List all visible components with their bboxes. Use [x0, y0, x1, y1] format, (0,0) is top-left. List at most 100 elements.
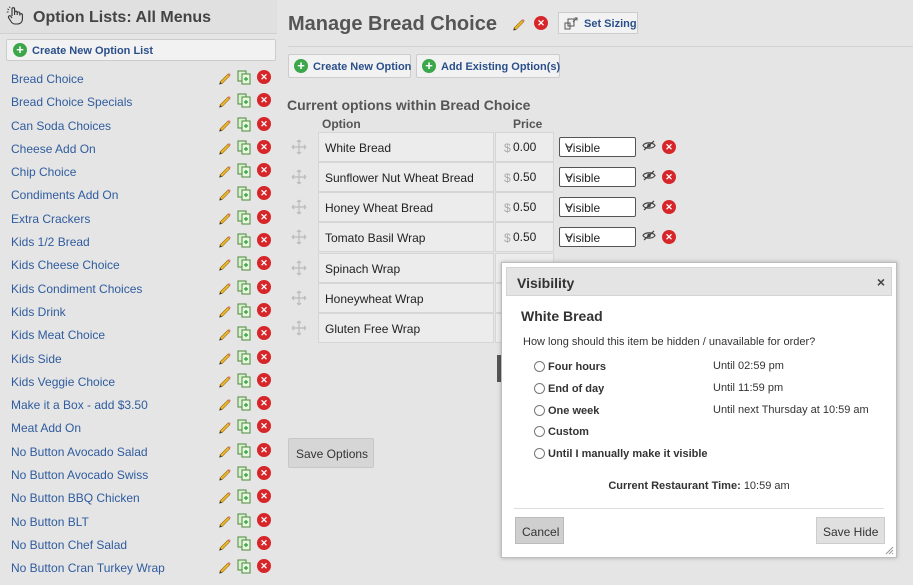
- drag-handle-icon[interactable]: [290, 319, 308, 337]
- option-price-cell[interactable]: $0.50: [495, 162, 554, 192]
- edit-button[interactable]: [217, 373, 232, 391]
- duplicate-button[interactable]: [237, 396, 251, 414]
- duplicate-button[interactable]: [237, 210, 251, 228]
- drag-handle-icon[interactable]: [290, 259, 308, 277]
- delete-icon[interactable]: ✕: [257, 163, 271, 178]
- hide-duration-option[interactable]: Four hours Until 02:59 pm: [534, 359, 874, 375]
- close-icon[interactable]: ×: [877, 274, 885, 290]
- option-list-link[interactable]: No Button Avocado Swiss: [11, 468, 148, 482]
- duplicate-button[interactable]: [237, 466, 251, 484]
- edit-button[interactable]: [217, 396, 232, 414]
- drag-handle-icon[interactable]: [290, 138, 308, 156]
- option-list-link[interactable]: Kids Cheese Choice: [11, 258, 120, 272]
- option-name-cell[interactable]: White Bread: [318, 132, 494, 162]
- option-name-cell[interactable]: Honey Wheat Bread: [318, 192, 494, 222]
- delete-icon[interactable]: ✕: [662, 140, 676, 154]
- delete-icon[interactable]: ✕: [257, 186, 271, 201]
- edit-button[interactable]: [217, 419, 232, 437]
- edit-button[interactable]: [217, 443, 232, 461]
- duplicate-button[interactable]: [237, 280, 251, 298]
- option-name-cell[interactable]: Spinach Wrap: [318, 253, 494, 283]
- hide-duration-option[interactable]: Until I manually make it visible: [534, 446, 874, 462]
- duplicate-button[interactable]: [237, 140, 251, 158]
- duplicate-button[interactable]: [237, 326, 251, 344]
- hide-eye-icon[interactable]: [642, 170, 656, 181]
- option-list-link[interactable]: Kids 1/2 Bread: [11, 235, 90, 249]
- option-list-link[interactable]: No Button Chef Salad: [11, 538, 127, 552]
- delete-icon[interactable]: ✕: [257, 70, 271, 84]
- option-list-link[interactable]: No Button BLT: [11, 515, 89, 529]
- option-price-cell[interactable]: $0.50: [495, 192, 554, 222]
- edit-button[interactable]: [217, 210, 232, 228]
- option-list-link[interactable]: No Button Avocado Salad: [11, 445, 148, 459]
- drag-handle-icon[interactable]: [290, 228, 308, 246]
- option-price-cell[interactable]: $0.50: [495, 222, 554, 252]
- radio-button[interactable]: [534, 383, 545, 394]
- delete-icon[interactable]: ✕: [257, 442, 271, 457]
- duplicate-button[interactable]: [237, 303, 251, 321]
- delete-icon[interactable]: ✕: [257, 256, 271, 271]
- duplicate-button[interactable]: [237, 350, 251, 368]
- edit-button[interactable]: [217, 513, 232, 531]
- option-list-link[interactable]: Extra Crackers: [11, 212, 90, 226]
- hide-eye-icon[interactable]: [642, 200, 656, 211]
- option-name-cell[interactable]: Sunflower Nut Wheat Bread: [318, 162, 494, 192]
- resize-grip-icon[interactable]: [884, 545, 894, 555]
- delete-icon[interactable]: ✕: [662, 230, 676, 244]
- option-name-cell[interactable]: Gluten Free Wrap: [318, 313, 494, 343]
- delete-icon[interactable]: ✕: [257, 559, 271, 574]
- delete-icon[interactable]: ✕: [257, 302, 271, 317]
- option-list-link[interactable]: Make it a Box - add $3.50: [11, 398, 148, 412]
- option-list-link[interactable]: No Button Cran Turkey Wrap: [11, 561, 165, 575]
- edit-button[interactable]: [217, 140, 232, 158]
- delete-icon[interactable]: ✕: [257, 372, 271, 387]
- duplicate-button[interactable]: [237, 373, 251, 391]
- delete-icon[interactable]: ✕: [662, 200, 676, 214]
- delete-icon[interactable]: ✕: [534, 16, 548, 30]
- hide-duration-option[interactable]: One week Until next Thursday at 10:59 am: [534, 403, 874, 419]
- delete-icon[interactable]: ✕: [257, 209, 271, 224]
- option-list-link[interactable]: Can Soda Choices: [11, 119, 111, 133]
- delete-icon[interactable]: ✕: [257, 93, 271, 108]
- duplicate-button[interactable]: [237, 489, 251, 507]
- set-sizing-button[interactable]: Set Sizing: [558, 12, 638, 34]
- save-options-button[interactable]: Save Options: [288, 438, 374, 468]
- edit-button[interactable]: [217, 559, 232, 577]
- delete-icon[interactable]: ✕: [257, 349, 271, 364]
- edit-button[interactable]: [217, 326, 232, 344]
- option-list-link[interactable]: Kids Condiment Choices: [11, 282, 142, 296]
- option-list-link[interactable]: Kids Drink: [11, 305, 66, 319]
- drag-handle-icon[interactable]: [290, 198, 308, 216]
- delete-icon[interactable]: ✕: [257, 535, 271, 550]
- option-list-link[interactable]: Kids Meat Choice: [11, 328, 105, 342]
- delete-icon[interactable]: ✕: [257, 419, 271, 434]
- delete-icon[interactable]: ✕: [257, 139, 271, 154]
- duplicate-button[interactable]: [237, 117, 251, 135]
- delete-icon[interactable]: ✕: [257, 466, 271, 481]
- option-list-link[interactable]: Cheese Add On: [11, 142, 96, 156]
- duplicate-button[interactable]: [237, 93, 251, 111]
- option-name-cell[interactable]: Honeywheat Wrap: [318, 283, 494, 313]
- delete-icon[interactable]: ✕: [257, 279, 271, 294]
- option-list-link[interactable]: No Button BBQ Chicken: [11, 491, 140, 505]
- delete-icon[interactable]: ✕: [257, 396, 271, 411]
- edit-button[interactable]: [217, 233, 232, 251]
- add-existing-option-button[interactable]: + Add Existing Option(s): [416, 54, 560, 78]
- visibility-select[interactable]: Visible ⌄: [559, 227, 636, 247]
- edit-button[interactable]: [217, 186, 232, 204]
- duplicate-button[interactable]: [237, 70, 251, 88]
- duplicate-button[interactable]: [237, 419, 251, 437]
- delete-icon[interactable]: ✕: [257, 326, 271, 341]
- option-list-link[interactable]: Condiments Add On: [11, 188, 118, 202]
- delete-icon[interactable]: ✕: [257, 116, 271, 131]
- edit-button[interactable]: [217, 280, 232, 298]
- edit-button[interactable]: [217, 93, 232, 111]
- edit-button[interactable]: [217, 350, 232, 368]
- option-list-link[interactable]: Chip Choice: [11, 165, 76, 179]
- option-list-link[interactable]: Bread Choice: [11, 72, 84, 86]
- hide-duration-option[interactable]: Custom: [534, 424, 874, 440]
- duplicate-button[interactable]: [237, 256, 251, 274]
- visibility-select[interactable]: Visible ⌄: [559, 167, 636, 187]
- edit-button[interactable]: [217, 256, 232, 274]
- radio-button[interactable]: [534, 426, 545, 437]
